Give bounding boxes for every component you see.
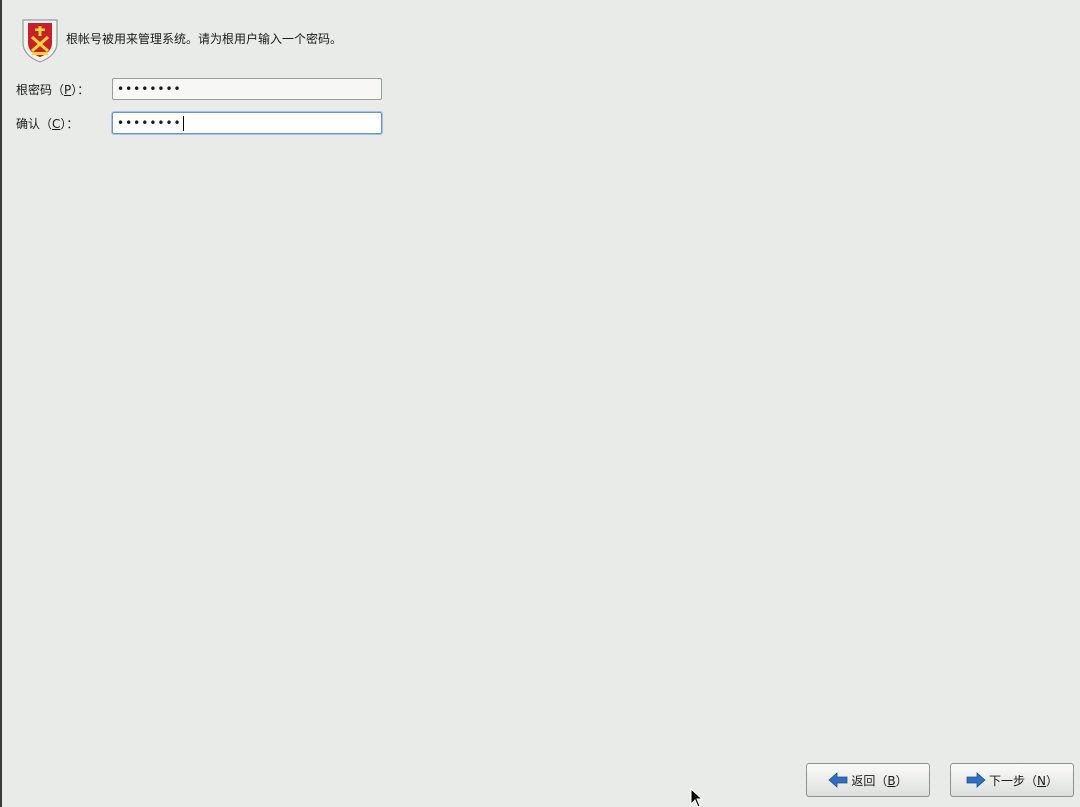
shield-icon: [22, 19, 58, 63]
mouse-pointer-icon: [690, 788, 704, 807]
back-button-label: 返回（B）: [851, 773, 908, 788]
confirm-password-label: 确认（C）：: [16, 116, 79, 131]
installer-screen: 根帐号被用来管理系统。请为根用户输入一个密码。 根密码（P）： ••••••••…: [0, 0, 1080, 807]
next-button-label: 下一步（N）: [988, 773, 1058, 788]
confirm-password-value: ••••••••: [117, 116, 182, 130]
arrow-right-icon: [966, 772, 986, 788]
root-password-input[interactable]: ••••••••: [112, 78, 382, 100]
next-button[interactable]: 下一步（N）: [950, 763, 1074, 797]
back-button[interactable]: 返回（B）: [806, 763, 930, 797]
confirm-password-input[interactable]: ••••••••: [112, 112, 382, 134]
header: 根帐号被用来管理系统。请为根用户输入一个密码。: [20, 16, 342, 64]
header-message: 根帐号被用来管理系统。请为根用户输入一个密码。: [66, 31, 343, 46]
confirm-password-row: 确认（C）： ••••••••: [16, 112, 382, 134]
text-caret: [182, 115, 184, 131]
window-edge: [0, 0, 2, 807]
root-password-value: ••••••••: [117, 82, 182, 96]
root-password-row: 根密码（P）： ••••••••: [16, 78, 382, 100]
arrow-left-icon: [828, 772, 848, 788]
root-password-label: 根密码（P）：: [16, 82, 90, 97]
